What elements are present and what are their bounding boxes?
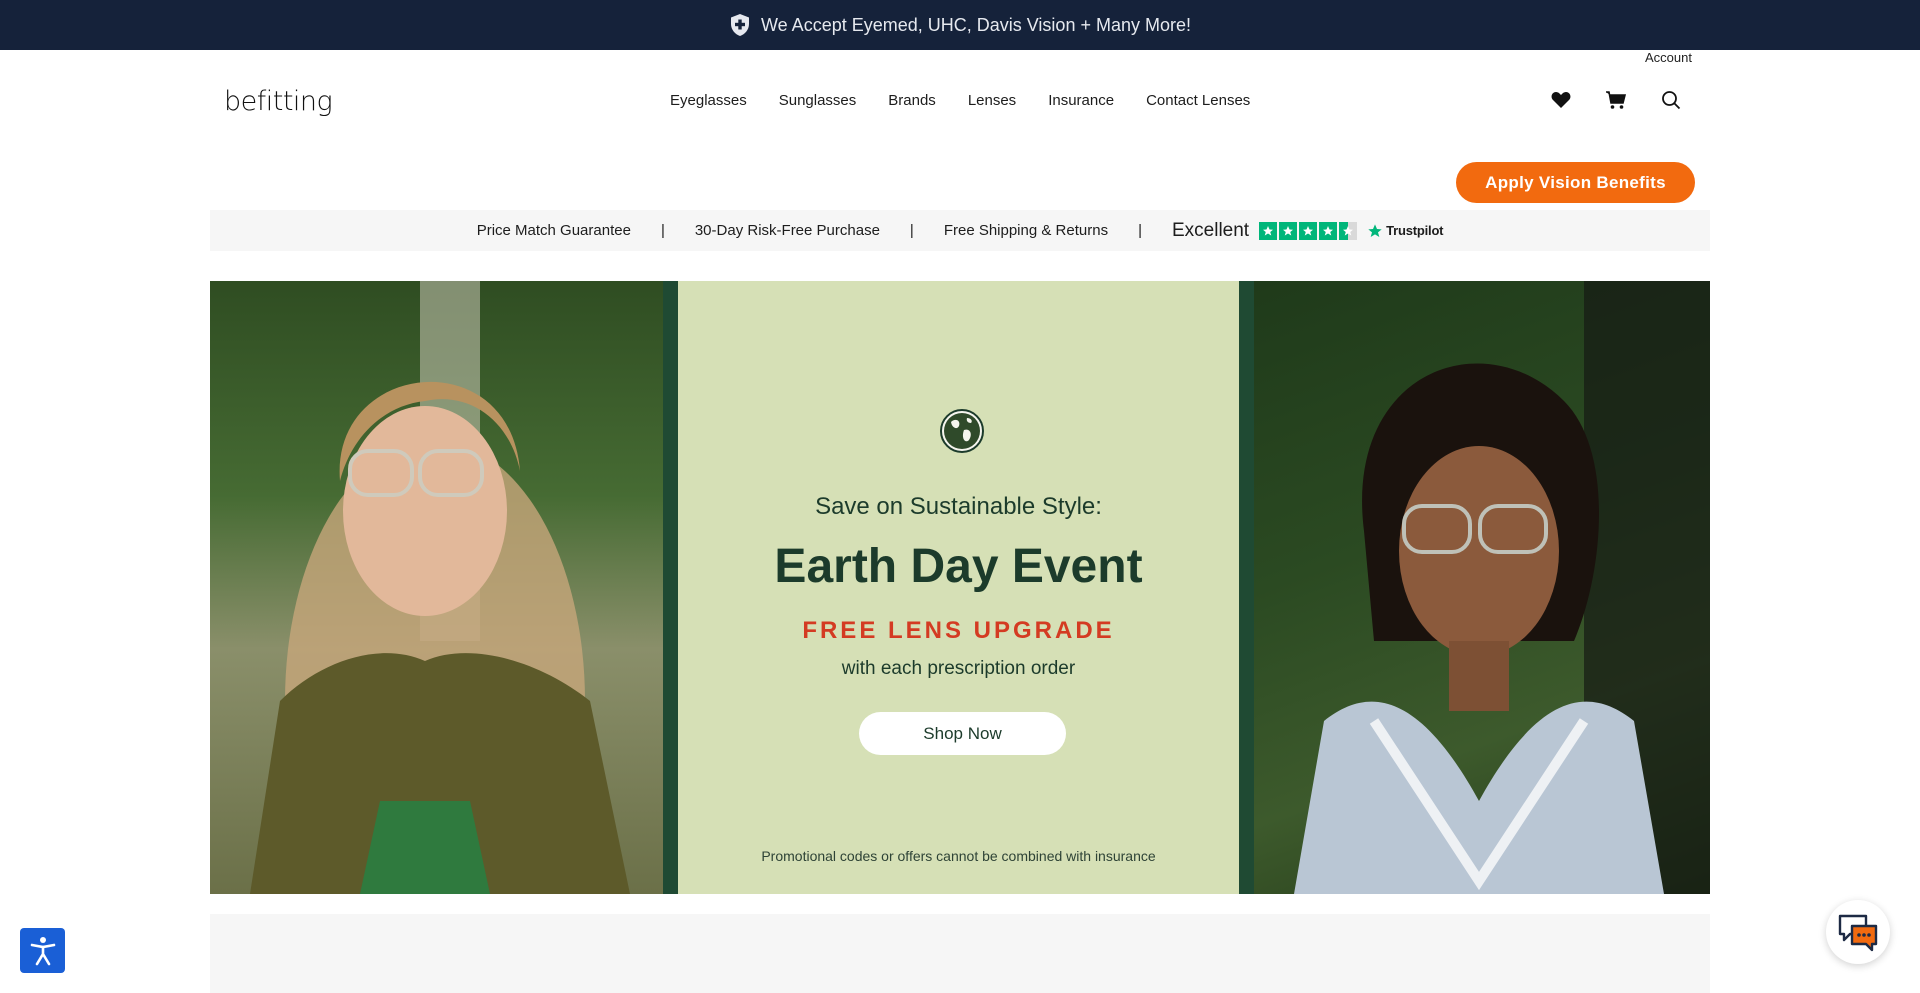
globe-icon bbox=[940, 409, 984, 453]
nav-brands[interactable]: Brands bbox=[888, 92, 936, 109]
trustpilot-star-icon bbox=[1368, 223, 1382, 237]
accessibility-icon[interactable] bbox=[20, 928, 65, 973]
trust-separator: | bbox=[1138, 222, 1142, 239]
hero-promo-sub: with each prescription order bbox=[841, 658, 1076, 679]
trustpilot-label: Trustpilot bbox=[1386, 223, 1444, 238]
trustpilot-stars bbox=[1259, 221, 1358, 240]
chat-icon[interactable] bbox=[1826, 900, 1890, 964]
hero-title: Earth Day Event bbox=[774, 540, 1143, 593]
trust-free-shipping: Free Shipping & Returns bbox=[943, 222, 1109, 239]
shop-now-button[interactable]: Shop Now bbox=[859, 712, 1066, 755]
star-icon bbox=[1299, 221, 1318, 240]
announcement-bar: We Accept Eyemed, UHC, Davis Vision + Ma… bbox=[0, 0, 1920, 50]
nav-eyeglasses[interactable]: Eyeglasses bbox=[670, 92, 747, 109]
apply-vision-benefits-button[interactable]: Apply Vision Benefits bbox=[1456, 162, 1695, 203]
hero-photo-right bbox=[1254, 281, 1710, 894]
star-half-icon bbox=[1339, 221, 1358, 240]
nav-contact-lenses[interactable]: Contact Lenses bbox=[1146, 92, 1250, 109]
header-icons bbox=[1550, 89, 1682, 111]
star-icon bbox=[1259, 221, 1278, 240]
hero-promo: FREE LENS UPGRADE bbox=[802, 617, 1115, 644]
shield-plus-icon bbox=[731, 14, 749, 36]
main-nav: Eyeglasses Sunglasses Brands Lenses Insu… bbox=[670, 92, 1282, 109]
trustpilot-logo[interactable]: Trustpilot bbox=[1367, 223, 1444, 239]
below-fold-section bbox=[210, 914, 1710, 993]
hero-panel-border bbox=[663, 281, 678, 894]
hero-kicker: Save on Sustainable Style: bbox=[815, 493, 1102, 520]
nav-lenses[interactable]: Lenses bbox=[968, 92, 1016, 109]
search-icon[interactable] bbox=[1660, 89, 1682, 111]
cart-icon[interactable] bbox=[1605, 89, 1627, 111]
account-link[interactable]: Account bbox=[1645, 50, 1692, 65]
star-icon bbox=[1279, 221, 1298, 240]
hero-photo-left bbox=[210, 281, 663, 894]
trust-risk-free: 30-Day Risk-Free Purchase bbox=[694, 222, 880, 239]
nav-insurance[interactable]: Insurance bbox=[1048, 92, 1114, 109]
announcement-text: We Accept Eyemed, UHC, Davis Vision + Ma… bbox=[761, 14, 1191, 35]
hero-banner[interactable]: Save on Sustainable Style: Earth Day Eve… bbox=[210, 281, 1710, 894]
trust-price-match: Price Match Guarantee bbox=[476, 222, 631, 239]
nav-sunglasses[interactable]: Sunglasses bbox=[779, 92, 857, 109]
trust-separator: | bbox=[660, 222, 665, 239]
site-logo[interactable]: befitting bbox=[224, 86, 333, 117]
hero-panel-border bbox=[1239, 281, 1254, 894]
trust-separator: | bbox=[909, 222, 914, 239]
heart-icon[interactable] bbox=[1550, 89, 1572, 111]
trustpilot-rating-text: Excellent bbox=[1171, 219, 1250, 241]
hero-disclaimer: Promotional codes or offers cannot be co… bbox=[761, 848, 1156, 864]
star-icon bbox=[1319, 221, 1338, 240]
trust-bar: Price Match Guarantee | 30-Day Risk-Free… bbox=[210, 210, 1710, 251]
hero-promo-panel: Save on Sustainable Style: Earth Day Eve… bbox=[678, 281, 1239, 894]
